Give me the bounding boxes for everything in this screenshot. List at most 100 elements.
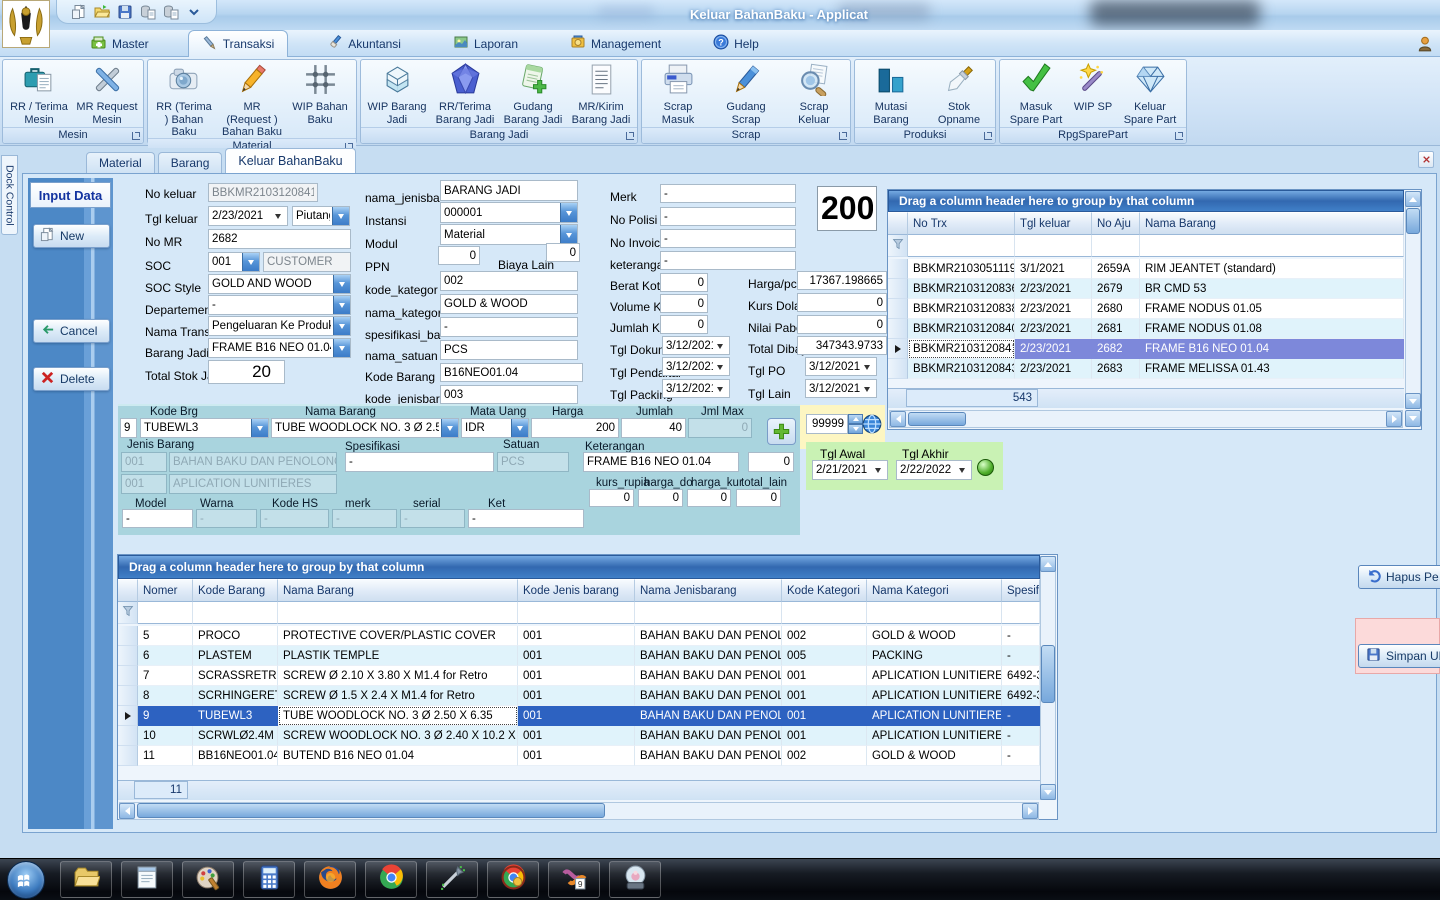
wip-sp-button[interactable]: WIP SP [1070, 61, 1116, 127]
dialog-launcher-icon[interactable] [626, 132, 634, 140]
trx-grid-cell[interactable]: 2/23/2021 [1015, 299, 1092, 319]
items-grid-cell[interactable]: BAHAN BAKU DAN PENOLONG [635, 666, 782, 686]
tab-laporan[interactable]: Laporan [440, 30, 531, 57]
tgl_lain-field[interactable]: 3/12/2021 [805, 379, 877, 398]
items-grid-filter-cell[interactable] [518, 602, 635, 624]
items-grid-cell[interactable]: 001 [782, 706, 867, 726]
jumlah_kemas-field[interactable]: 0 [660, 315, 708, 334]
items-grid-cell[interactable]: PROCO [193, 626, 278, 646]
items-grid-filter-cell[interactable] [193, 602, 278, 624]
rr-terima-barang-jadi-button[interactable]: RR/Terima Barang Jadi [431, 61, 499, 127]
tgl-awal-field[interactable]: 2/21/2021 [812, 460, 888, 480]
harga_pcs-field[interactable]: 17367.198665 [797, 271, 887, 290]
items-grid-cell[interactable]: 002 [782, 746, 867, 766]
items-grid-cell[interactable]: - [1002, 626, 1040, 646]
tgl_dokumen-field[interactable]: 3/12/2021 [662, 336, 730, 355]
trx-grid-cell[interactable]: BBKMR210312084143 [908, 339, 1015, 359]
trx-grid-group-hint[interactable]: Drag a column header here to group by th… [888, 190, 1404, 212]
trx-vscroll-up-icon[interactable] [1405, 191, 1421, 207]
dock-control-strip[interactable]: Dock Control [1, 155, 18, 235]
items-grid-cell[interactable]: 001 [782, 666, 867, 686]
trx-grid-cell[interactable]: 2682 [1092, 339, 1140, 359]
items-grid-col-spesifikasi[interactable]: Spesifikasi [1002, 579, 1040, 602]
items-grid-cell[interactable]: 8 [138, 686, 193, 706]
items-grid-cell[interactable]: 9 [138, 706, 193, 726]
dialog-launcher-icon[interactable] [1175, 132, 1183, 140]
items-grid-cell[interactable]: SCRHINGERETRO [193, 686, 278, 706]
spin-up-icon[interactable] [848, 414, 863, 424]
combo-dropdown-icon[interactable] [560, 203, 577, 222]
kode_jenisbarang-field[interactable]: 003 [440, 385, 578, 404]
total_dibayar-field[interactable]: 347343.9733 [797, 336, 887, 355]
trx-corner-down-icon[interactable] [1405, 410, 1421, 427]
items-grid-col-nama-jenisbarang[interactable]: Nama Jenisbarang [635, 579, 782, 602]
gudang-barang-jadi-button[interactable]: Gudang Barang Jadi [499, 61, 567, 127]
date-dropdown-icon[interactable] [713, 340, 726, 352]
tab-akuntansi[interactable]: Akuntansi [314, 30, 414, 57]
trx-grid-cell[interactable]: 2680 [1092, 299, 1140, 319]
add-row-button[interactable] [767, 418, 796, 445]
nama_kategori-field[interactable]: GOLD & WOOD [440, 294, 578, 314]
volume_kotor-field[interactable]: 0 [660, 294, 708, 313]
items-vscroll-up-icon[interactable] [1040, 556, 1056, 572]
trx-grid-col-tgl-keluar[interactable]: Tgl keluar [1015, 212, 1092, 235]
trx-grid-col-no-trx[interactable]: No Trx [908, 212, 1015, 235]
items-grid-cell[interactable]: 6492-3 [1002, 666, 1040, 686]
trx-grid-cell[interactable]: 2679 [1092, 279, 1140, 299]
trx-grid-cell[interactable]: BBKMR210305111955 [908, 259, 1015, 279]
cancel-button[interactable]: Cancel [33, 319, 110, 343]
dialog-launcher-icon[interactable] [132, 132, 140, 140]
items-grid-cell[interactable]: APLICATION LUNITIERES [867, 686, 1002, 706]
simpan-button[interactable]: Simpan Ub [1358, 644, 1440, 668]
trx-grid-filter-cell[interactable] [908, 235, 1015, 257]
trx-grid-cell[interactable]: FRAME NODUS 01.05 [1140, 299, 1404, 319]
items-grid-cell[interactable]: PROTECTIVE COVER/PLASTIC COVER [278, 626, 518, 646]
items-grid-cell[interactable]: 005 [782, 646, 867, 666]
nama_jenisbarang-field[interactable]: BARANG JADI [440, 180, 578, 201]
kurs_rupiah-field[interactable]: 0 [589, 489, 634, 507]
trx-grid-cell[interactable]: 3/1/2021 [1015, 259, 1092, 279]
masuk-spare-part-button[interactable]: Masuk Spare Part [1002, 61, 1070, 127]
trx-grid-cell[interactable]: 2683 [1092, 359, 1140, 379]
doctab-keluar-bahanbaku[interactable]: Keluar BahanBaku [225, 148, 355, 173]
items-grid-cell[interactable]: - [1002, 726, 1040, 746]
taskbar-app-pointer-tool[interactable] [426, 861, 478, 898]
save-icon[interactable] [117, 4, 133, 20]
combo-dropdown-icon[interactable] [333, 317, 350, 335]
trx-grid-cell[interactable]: 2681 [1092, 319, 1140, 339]
stok-opname-button[interactable]: Stok Opname [925, 61, 993, 127]
keterangan3-field[interactable]: - [660, 251, 796, 270]
items-grid-cell[interactable]: SCREW Ø 1.5 X 2.4 X M1.4 for Retro [278, 686, 518, 706]
mr-request-bahan-baku-button[interactable]: MR (Request ) Bahan Baku [218, 61, 286, 138]
total_lain-field[interactable]: 0 [736, 489, 781, 507]
trx-grid-cell[interactable]: FRAME MELISSA 01.43 [1140, 359, 1404, 379]
open-icon[interactable] [94, 4, 110, 20]
items-grid-cell[interactable]: SCRWLØ2.4M [193, 726, 278, 746]
spinner-buttons[interactable] [848, 414, 863, 434]
total_stok_jadi-field[interactable]: 20 [208, 360, 285, 384]
ket-field[interactable]: - [468, 509, 584, 528]
items-grid-cell[interactable]: TUBEWL3 [193, 706, 278, 726]
items-grid-cell[interactable]: 6492-3 [1002, 686, 1040, 706]
items-grid-cell[interactable]: 002 [782, 626, 867, 646]
trx-grid-cell[interactable]: 2659A [1092, 259, 1140, 279]
mr-request-mesin-button[interactable]: MR Request Mesin [73, 61, 141, 127]
refresh-ball-button[interactable] [977, 459, 994, 476]
kode_brg-field[interactable]: TUBEWL3 [140, 418, 269, 438]
combo-dropdown-icon[interactable] [242, 253, 259, 271]
items-grid-cell[interactable]: BAHAN BAKU DAN PENOLONG [635, 646, 782, 666]
toolbar-options-icon[interactable] [186, 4, 202, 20]
wip-bahan-baku-button[interactable]: WIP Bahan Baku [286, 61, 354, 138]
items-grid-cell[interactable]: PLASTEM [193, 646, 278, 666]
combo-dropdown-icon[interactable] [441, 419, 458, 437]
items-grid-cell[interactable]: 001 [518, 746, 635, 766]
trx-hscroll-left-icon[interactable] [890, 411, 906, 427]
soc-field[interactable]: 001 [208, 252, 260, 272]
items-grid-cell[interactable]: 001 [518, 646, 635, 666]
items-grid-cell[interactable]: APLICATION LUNITIERES [867, 706, 1002, 726]
no_mr-field[interactable]: 2682 [208, 229, 351, 249]
trx-grid-cell[interactable]: BBKMR210312084337 [908, 359, 1015, 379]
trx-grid-cell[interactable]: BBKMR210312084011 [908, 319, 1015, 339]
trx-grid-cell[interactable]: 2/23/2021 [1015, 279, 1092, 299]
dialog-launcher-icon[interactable] [839, 132, 847, 140]
